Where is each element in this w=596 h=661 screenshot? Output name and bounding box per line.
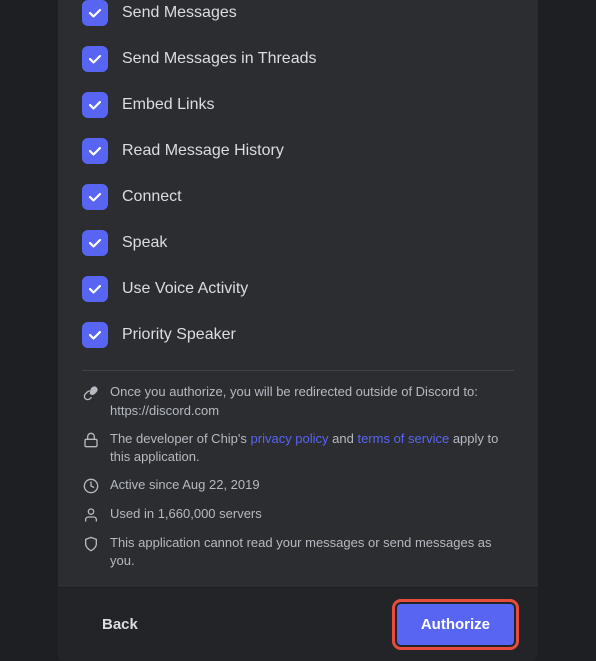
checkbox-checked <box>82 322 108 348</box>
person-icon <box>82 506 100 524</box>
permission-item: Embed Links <box>82 82 514 128</box>
checkbox-checked <box>82 0 108 26</box>
shield-icon <box>82 535 100 553</box>
permission-label: Read Message History <box>122 142 284 160</box>
permission-label: Connect <box>122 188 182 206</box>
permission-item: Use Voice Activity <box>82 266 514 312</box>
checkbox-checked <box>82 276 108 302</box>
permissions-list: Send Messages Send Messages in Threads E… <box>58 0 538 358</box>
permission-label: Send Messages in Threads <box>122 50 316 68</box>
footer: Back Authorize <box>58 587 538 661</box>
permission-label: Embed Links <box>122 96 215 114</box>
permission-label: Speak <box>122 234 167 252</box>
permission-item: Speak <box>82 220 514 266</box>
info-item: Used in 1,660,000 servers <box>82 505 514 524</box>
divider <box>82 370 514 371</box>
info-item: The developer of Chip's privacy policy a… <box>82 430 514 466</box>
checkbox-checked <box>82 138 108 164</box>
permission-item: Priority Speaker <box>82 312 514 358</box>
permission-item: Read Message History <box>82 128 514 174</box>
clock-icon <box>82 477 100 495</box>
permission-item: Connect <box>82 174 514 220</box>
terms-link[interactable]: terms of service <box>357 431 449 446</box>
privacy-policy-link[interactable]: privacy policy <box>251 431 329 446</box>
info-text: Once you authorize, you will be redirect… <box>110 383 514 419</box>
checkbox-checked <box>82 92 108 118</box>
permission-label: Send Messages <box>122 4 237 22</box>
info-item: Active since Aug 22, 2019 <box>82 476 514 495</box>
checkbox-checked <box>82 46 108 72</box>
checkbox-checked <box>82 230 108 256</box>
permission-label: Use Voice Activity <box>122 280 248 298</box>
permission-item: Send Messages <box>82 0 514 36</box>
back-button[interactable]: Back <box>82 604 158 645</box>
modal: Send Messages Send Messages in Threads E… <box>58 0 538 661</box>
lock-icon <box>82 431 100 449</box>
info-text: The developer of Chip's privacy policy a… <box>110 430 514 466</box>
checkbox-checked <box>82 184 108 210</box>
link-icon <box>82 384 100 402</box>
info-item: Once you authorize, you will be redirect… <box>82 383 514 419</box>
permission-item: Send Messages in Threads <box>82 36 514 82</box>
info-text: Used in 1,660,000 servers <box>110 505 262 523</box>
info-text: Active since Aug 22, 2019 <box>110 476 260 494</box>
info-section: Once you authorize, you will be redirect… <box>58 383 538 586</box>
info-text: This application cannot read your messag… <box>110 534 514 570</box>
info-item: This application cannot read your messag… <box>82 534 514 570</box>
permission-label: Priority Speaker <box>122 326 236 344</box>
authorize-button[interactable]: Authorize <box>397 604 514 645</box>
